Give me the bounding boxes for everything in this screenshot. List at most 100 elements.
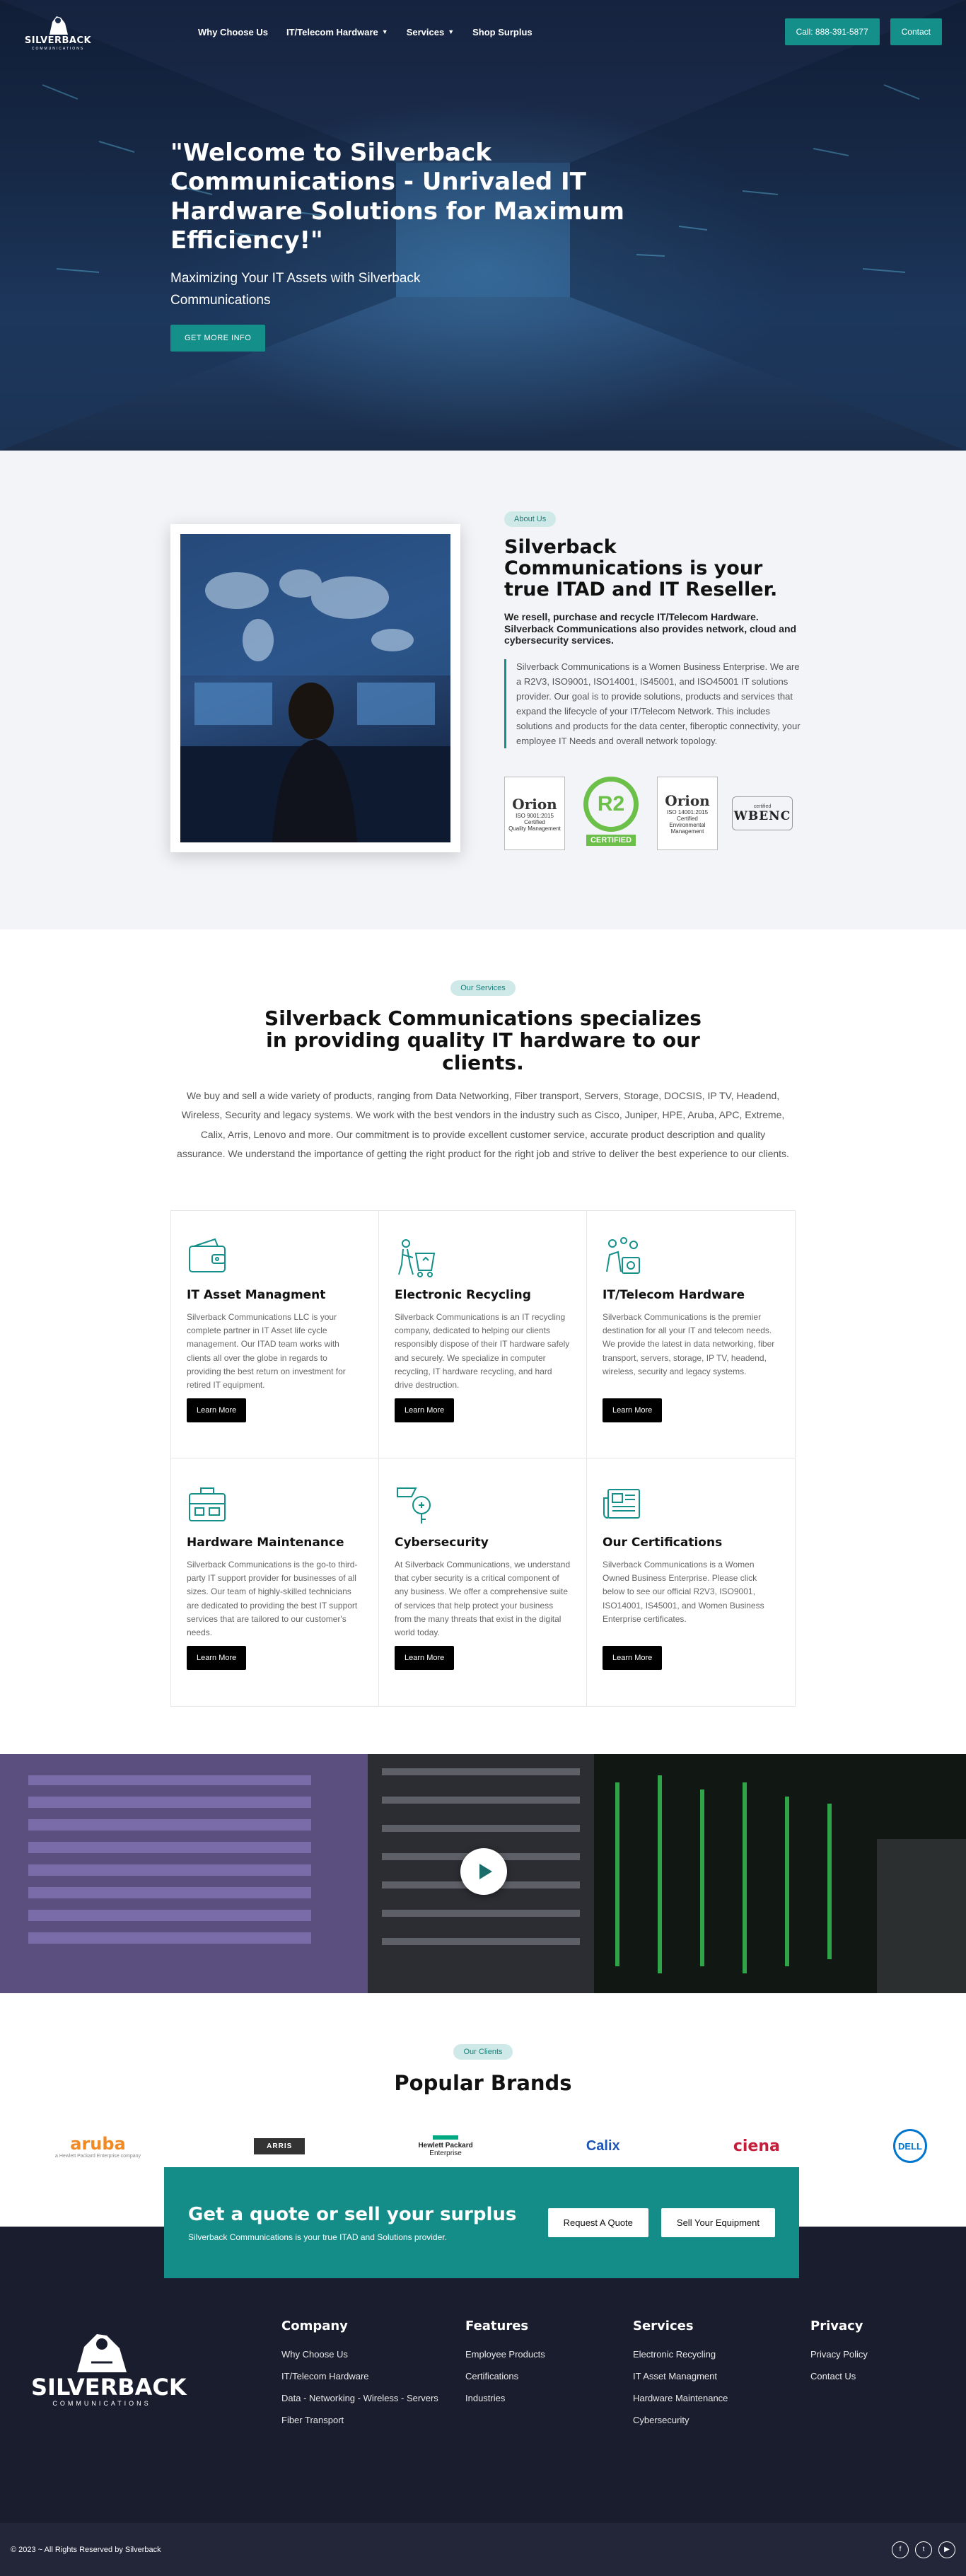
footer-link[interactable]: IT/Telecom Hardware (281, 2371, 438, 2381)
about-section: About Us Silverback Communications is yo… (0, 451, 966, 929)
copyright-bar: © 2023 ~ All Rights Reserved by Silverba… (0, 2523, 966, 2576)
toolbox-icon (189, 1487, 226, 1521)
footer-link[interactable]: Hardware Maintenance (633, 2393, 728, 2403)
header-actions: Call: 888-391-5877 Contact (784, 18, 942, 45)
chevron-down-icon: ▼ (381, 28, 388, 35)
about-title: Silverback Communications is your true I… (504, 536, 778, 601)
hero-subtitle: Maximizing Your IT Assets with Silverbac… (170, 270, 421, 308)
wbenc-badge: certified WBENC (732, 796, 793, 831)
quote-cta-banner: Get a quote or sell your surplus Silverb… (164, 2167, 799, 2278)
gorilla-logo-icon (50, 16, 68, 35)
certification-badges: Orion ISO 9001:2015 Certified Quality Ma… (504, 777, 801, 851)
brands-pill: Our Clients (453, 2044, 513, 2060)
cta-text: Silverback Communications is your true I… (188, 2232, 447, 2242)
logo-sub-text: COMMUNICATIONS (31, 46, 85, 51)
footer-link[interactable]: Data - Networking - Wireless - Servers (281, 2393, 438, 2403)
about-quote: Silverback Communications is a Women Bus… (504, 659, 801, 749)
about-image-frame (170, 524, 460, 852)
arris-logo: ARRIS (254, 2137, 305, 2154)
footer-link[interactable]: Cybersecurity (633, 2415, 728, 2425)
video-section (0, 1754, 966, 1993)
calix-logo: Calix (586, 2137, 620, 2154)
logo-brand-text: SILVERBACK (24, 35, 92, 46)
footer-link[interactable]: Why Choose Us (281, 2349, 438, 2360)
brands-title: Popular Brands (394, 2071, 572, 2095)
footer-col-features: Features Employee Products Certification… (465, 2319, 545, 2403)
r2v3-badge: R2 CERTIFIED (579, 777, 643, 850)
footer-link[interactable]: Industries (465, 2393, 545, 2403)
analyst-photo (180, 534, 450, 842)
learn-more-button[interactable]: Learn More (187, 1646, 247, 1670)
footer-logo[interactable]: SILVERBACK COMMUNICATIONS (31, 2330, 187, 2407)
service-card-certifications: Our Certifications Silverback Communicat… (587, 1458, 795, 1706)
services-intro: We buy and sell a wide variety of produc… (177, 1090, 789, 1159)
about-lead: We resell, purchase and recycle IT/Telec… (504, 610, 797, 646)
request-quote-button[interactable]: Request A Quote (547, 2208, 648, 2237)
service-card-recycling: Electronic Recycling Silverback Communic… (379, 1211, 587, 1458)
wallet-icon (189, 1238, 226, 1272)
recycling-icon (398, 1239, 436, 1277)
aruba-logo: aruba a Hewlett Packard Enterprise compa… (55, 2133, 141, 2159)
services-grid: IT Asset Managment Silverback Communicat… (170, 1210, 796, 1707)
learn-more-button[interactable]: Learn More (187, 1398, 247, 1422)
facebook-icon[interactable]: f (892, 2541, 909, 2558)
footer-link[interactable]: Fiber Transport (281, 2415, 438, 2425)
footer-col-company: Company Why Choose Us IT/Telecom Hardwar… (281, 2319, 438, 2425)
brand-logos: aruba a Hewlett Packard Enterprise compa… (0, 2129, 966, 2163)
youtube-icon[interactable]: ▶ (938, 2541, 955, 2558)
footer-link[interactable]: Privacy Policy (810, 2349, 868, 2360)
key-lock-icon (397, 1487, 431, 1524)
about-pill: About Us (504, 511, 557, 527)
about-text: About Us Silverback Communications is yo… (504, 511, 801, 851)
service-card-hardware: IT/Telecom Hardware Silverback Communica… (587, 1211, 795, 1458)
learn-more-button[interactable]: Learn More (603, 1398, 663, 1422)
nav-shop-surplus[interactable]: Shop Surplus (472, 27, 533, 37)
services-pill: Our Services (450, 980, 516, 996)
world-map-monitor-image (180, 534, 450, 842)
footer-link[interactable]: IT Asset Managment (633, 2371, 728, 2381)
nav-why-choose-us[interactable]: Why Choose Us (198, 27, 268, 37)
footer-link[interactable]: Employee Products (465, 2349, 545, 2360)
site-footer: Get a quote or sell your surplus Silverb… (0, 2167, 966, 2576)
sell-equipment-button[interactable]: Sell Your Equipment (661, 2208, 775, 2237)
services-section: Our Services Silverback Communications s… (0, 929, 966, 1754)
orion-iso9001-badge: Orion ISO 9001:2015 Certified Quality Ma… (504, 777, 565, 851)
learn-more-button[interactable]: Learn More (395, 1646, 455, 1670)
cta-title: Get a quote or sell your surplus (188, 2203, 517, 2225)
copyright-text: © 2023 ~ All Rights Reserved by Silverba… (11, 2545, 161, 2554)
twitter-icon[interactable]: t (915, 2541, 932, 2558)
gorilla-logo-icon (77, 2334, 127, 2372)
footer-col-privacy: Privacy Privacy Policy Contact Us (810, 2319, 868, 2381)
footer-link[interactable]: Electronic Recycling (633, 2349, 728, 2360)
nav-it-telecom-hardware[interactable]: IT/Telecom Hardware ▼ (286, 27, 388, 37)
footer-col-services: Services Electronic Recycling IT Asset M… (633, 2319, 728, 2425)
service-card-it-asset: IT Asset Managment Silverback Communicat… (171, 1211, 379, 1458)
learn-more-button[interactable]: Learn More (603, 1646, 663, 1670)
hero-title: "Welcome to Silverback Communications - … (170, 139, 624, 255)
contact-button[interactable]: Contact (890, 18, 942, 45)
hero-section: SILVERBACK COMMUNICATIONS Why Choose Us … (0, 0, 966, 451)
site-header: SILVERBACK COMMUNICATIONS Why Choose Us … (0, 0, 966, 64)
get-more-info-button[interactable]: GET MORE INFO (170, 324, 266, 352)
social-links: f t ▶ (892, 2541, 955, 2558)
footer-link[interactable]: Contact Us (810, 2371, 868, 2381)
nav-services[interactable]: Services ▼ (407, 27, 454, 37)
call-button[interactable]: Call: 888-391-5877 (784, 18, 880, 45)
services-title: Silverback Communications specializes in… (264, 1006, 702, 1074)
ciena-logo: ciena (733, 2137, 780, 2155)
play-icon (479, 1864, 492, 1879)
service-card-maintenance: Hardware Maintenance Silverback Communic… (171, 1458, 379, 1706)
newspaper-icon (603, 1489, 640, 1519)
hpe-logo: Hewlett Packard Enterprise (418, 2135, 473, 2157)
services-header: Our Services Silverback Communications s… (0, 929, 966, 1164)
footer-link[interactable]: Certifications (465, 2371, 545, 2381)
play-video-button[interactable] (460, 1848, 507, 1895)
dell-logo: DELL (893, 2129, 927, 2163)
main-nav: Why Choose Us IT/Telecom Hardware ▼ Servi… (198, 27, 533, 37)
chevron-down-icon: ▼ (448, 28, 455, 35)
service-card-cybersecurity: Cybersecurity At Silverback Communicatio… (379, 1458, 587, 1706)
site-logo[interactable]: SILVERBACK COMMUNICATIONS (24, 13, 92, 51)
hero-content: "Welcome to Silverback Communications - … (170, 139, 630, 352)
orion-iso14001-badge: Orion ISO 14001:2015 Certified Environme… (657, 777, 718, 851)
learn-more-button[interactable]: Learn More (395, 1398, 455, 1422)
